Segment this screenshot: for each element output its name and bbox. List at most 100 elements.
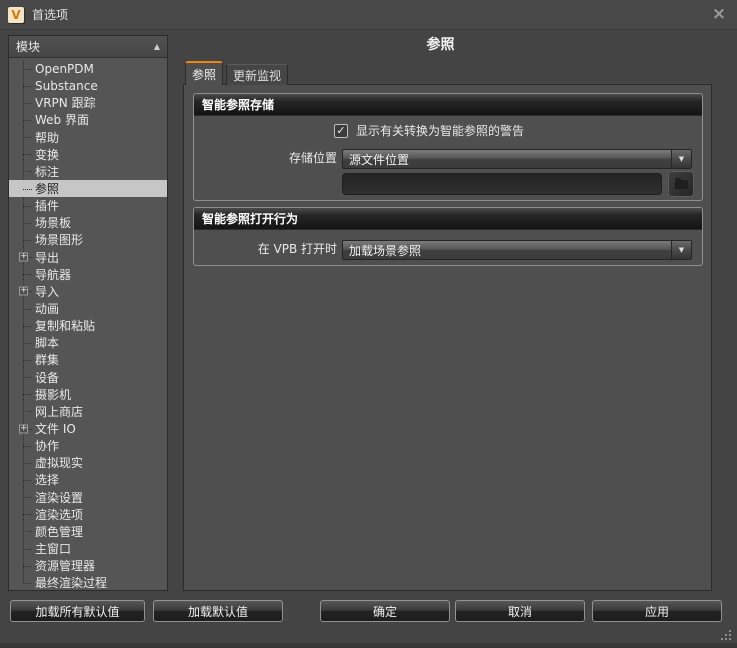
sidebar-item[interactable]: 渲染选项 (9, 506, 167, 523)
app-logo-icon: V (8, 6, 24, 23)
sidebar-item[interactable]: 颜色管理 (9, 523, 167, 540)
title-bar: V 首选项 × (0, 0, 737, 30)
sidebar-item-label: 变换 (35, 147, 60, 162)
sidebar-item[interactable]: 设备 (9, 369, 167, 386)
sidebar-item[interactable]: 参照 (9, 179, 167, 198)
sidebar-item-label: 协作 (35, 439, 60, 454)
warning-checkbox-row: ✓ 显示有关转换为智能参照的警告 (334, 122, 524, 139)
tree-branch-line (23, 497, 32, 499)
sidebar-item[interactable]: + 导入 (9, 283, 167, 300)
sidebar-item[interactable]: 网上商店 (9, 403, 167, 420)
tree-branch-line (23, 462, 32, 464)
sidebar-item[interactable]: 插件 (9, 197, 167, 214)
folder-icon (674, 177, 688, 189)
open-behavior-label-wrap: 在 VPB 打开时 (193, 240, 337, 257)
sidebar-item[interactable]: 场景板 (9, 214, 167, 231)
tree-branch-line (23, 479, 32, 481)
tree-branch-line (23, 308, 32, 310)
tree-branch-line (23, 239, 32, 241)
sidebar-item-label: 标注 (35, 164, 60, 179)
sidebar-item-label: 设备 (35, 370, 60, 385)
sidebar-item-label: 复制和粘贴 (35, 319, 96, 334)
sidebar-item-label: 资源管理器 (35, 559, 96, 574)
tree-branch-line (23, 342, 32, 344)
tree-branch-line (23, 119, 32, 121)
group-header: 智能参照存储 (194, 94, 702, 116)
tree-branch-line (23, 359, 32, 361)
tree-branch-line (23, 102, 32, 104)
expand-plus-icon[interactable]: + (19, 286, 28, 296)
sidebar-item[interactable]: 选择 (9, 471, 167, 488)
browse-button[interactable] (668, 171, 694, 197)
storage-location-value: 源文件位置 (349, 152, 410, 167)
tab-update-monitor[interactable]: 更新监视 (226, 64, 289, 85)
sidebar-item-label: 帮助 (35, 130, 60, 145)
check-icon: ✓ (336, 124, 346, 137)
tree-branch-line (23, 565, 32, 567)
sidebar-item[interactable]: 最终渲染过程 (9, 574, 167, 590)
load-all-defaults-button[interactable]: 加载所有默认值 (10, 600, 145, 622)
sidebar-item[interactable]: 标注 (9, 163, 167, 180)
sidebar-item-label: 群集 (35, 353, 60, 368)
sidebar-item[interactable]: 变换 (9, 146, 167, 163)
reference-path-input[interactable] (342, 173, 662, 195)
sidebar-item-label: 颜色管理 (35, 524, 84, 539)
sidebar-item-label: 摄影机 (35, 387, 72, 402)
sidebar-item[interactable]: 协作 (9, 437, 167, 454)
sidebar-item[interactable]: VRPN 跟踪 (9, 94, 167, 111)
expand-plus-icon[interactable]: + (19, 252, 28, 262)
sidebar-item[interactable]: + 文件 IO (9, 420, 167, 437)
close-icon[interactable]: × (709, 4, 729, 24)
apply-button[interactable]: 应用 (592, 600, 722, 622)
sidebar-header-label: 模块 (16, 40, 41, 54)
dropdown-arrow-icon: ▼ (671, 150, 691, 168)
tab-panel: 智能参照存储 ✓ 显示有关转换为智能参照的警告 存储位置 源文件位置 ▼ 智能参… (183, 84, 712, 591)
sidebar-item[interactable]: 群集 (9, 351, 167, 368)
sidebar-item[interactable]: 资源管理器 (9, 557, 167, 574)
resize-grip[interactable] (719, 628, 732, 641)
sidebar-item[interactable]: 动画 (9, 300, 167, 317)
tree-branch-line (23, 137, 32, 139)
open-behavior-label: 在 VPB 打开时 (257, 242, 337, 256)
sidebar-item[interactable]: 脚本 (9, 334, 167, 351)
warning-checkbox[interactable]: ✓ (334, 123, 348, 138)
sidebar-item-label: Substance (35, 78, 98, 93)
sidebar-item[interactable]: 导航器 (9, 266, 167, 283)
sidebar-item[interactable]: 场景图形 (9, 231, 167, 248)
sidebar-item[interactable]: 复制和粘贴 (9, 317, 167, 334)
sidebar-item[interactable]: 主窗口 (9, 540, 167, 557)
sidebar-item-label: 导出 (35, 250, 60, 265)
storage-location-label: 存储位置 (288, 151, 337, 165)
sidebar-item[interactable]: OpenPDM (9, 60, 167, 77)
sidebar-item-label: 渲染选项 (35, 507, 84, 522)
ok-button[interactable]: 确定 (320, 600, 450, 622)
dropdown-arrow-icon: ▼ (671, 241, 691, 259)
sidebar-item-label: 文件 IO (35, 422, 76, 437)
tab-reference[interactable]: 参照 (185, 61, 224, 85)
open-behavior-select[interactable]: 加载场景参照 ▼ (342, 240, 692, 260)
sidebar-item[interactable]: 渲染设置 (9, 489, 167, 506)
tree-branch-line (23, 377, 32, 379)
sidebar-item-label: 场景图形 (35, 233, 84, 248)
sidebar-item[interactable]: Web 界面 (9, 111, 167, 128)
sidebar-item[interactable]: 帮助 (9, 129, 167, 146)
sidebar-item[interactable]: Substance (9, 77, 167, 94)
sidebar-item-label: 参照 (35, 182, 60, 197)
sidebar-item[interactable]: + 导出 (9, 249, 167, 266)
tree-branch-line (23, 548, 32, 550)
expand-plus-icon[interactable]: + (19, 424, 28, 434)
sidebar-item-label: 最终渲染过程 (35, 576, 108, 590)
preferences-dialog: V 首选项 × 模块 ▲ OpenPDM Substance VRPN 跟踪 Web … (0, 0, 737, 648)
sidebar-item-label: 场景板 (35, 216, 72, 231)
sidebar-item[interactable]: 摄影机 (9, 386, 167, 403)
sidebar-item[interactable]: 虚拟现实 (9, 454, 167, 471)
sidebar-header[interactable]: 模块 ▲ (9, 36, 167, 58)
tab-label: 参照 (192, 67, 217, 82)
sidebar-item-label: 插件 (35, 199, 60, 214)
storage-location-select[interactable]: 源文件位置 ▼ (342, 149, 692, 169)
cancel-button[interactable]: 取消 (455, 600, 585, 622)
collapse-up-icon[interactable]: ▲ (154, 42, 160, 51)
load-defaults-button[interactable]: 加载默认值 (153, 600, 283, 622)
tree-branch-line (23, 582, 32, 584)
sidebar-item-label: 导航器 (35, 267, 72, 282)
